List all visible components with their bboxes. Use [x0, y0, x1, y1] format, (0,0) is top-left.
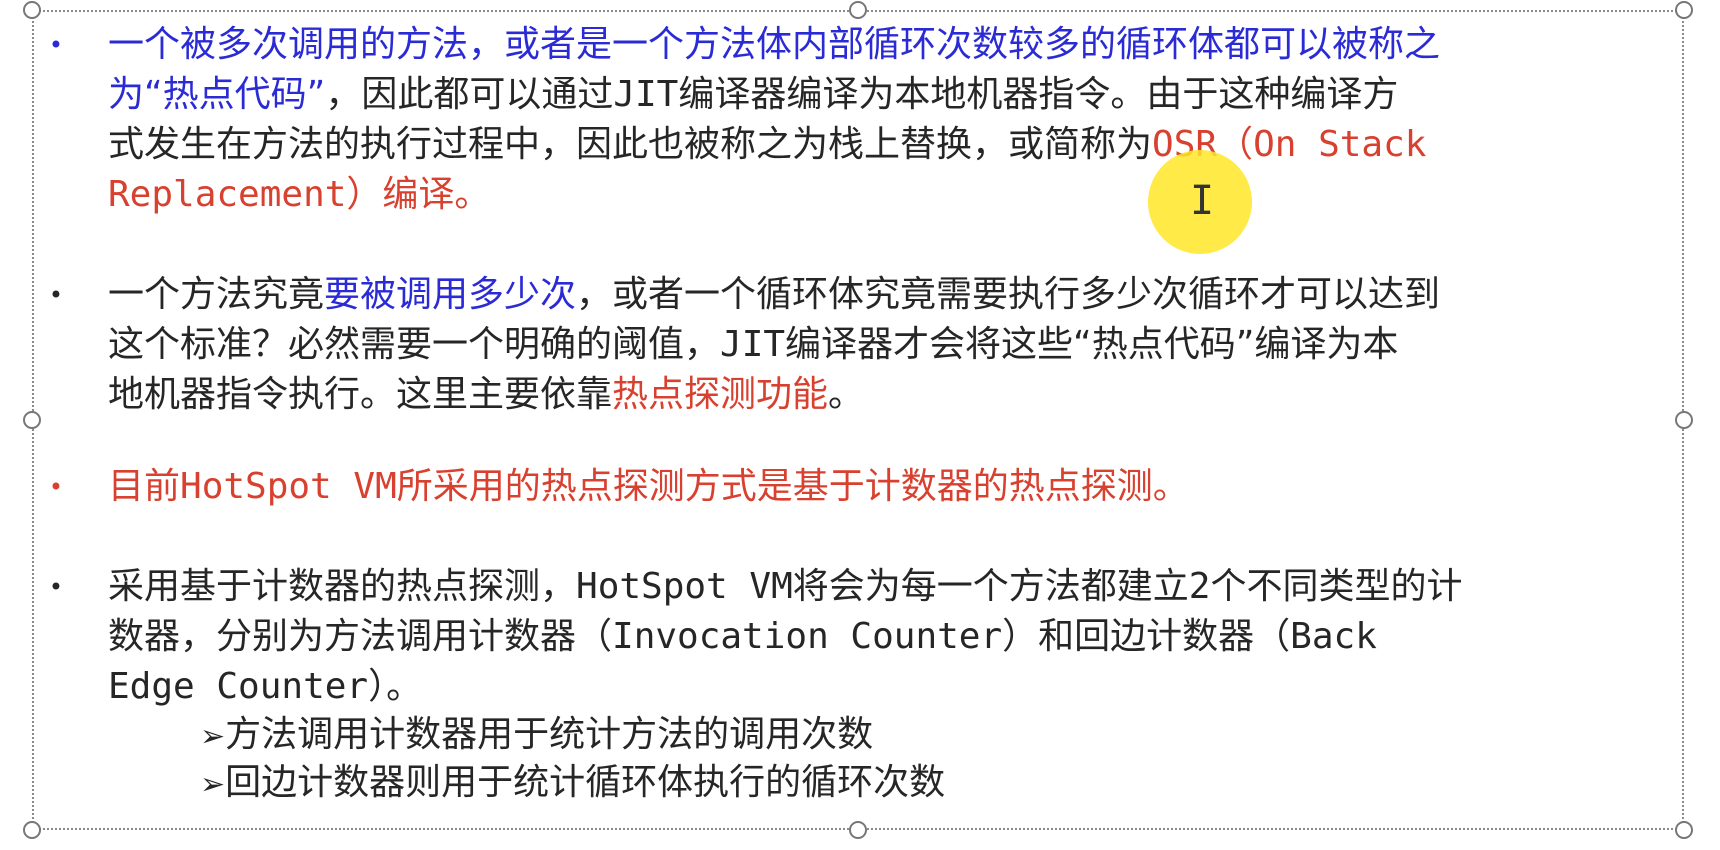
paragraph-jit-osr[interactable]: 一个被多次调用的方法，或者是一个方法体内部循环次数较多的循环体都可以被称之 为“热…: [108, 20, 1668, 220]
text-run: JIT: [613, 74, 679, 115]
text-run: 一个方法究竟: [108, 274, 325, 315]
text-run: 目前: [108, 466, 181, 507]
text-line: 这个标准？必然需要一个明确的阈值，JIT编译器才会将这些“热点代码”编译为本: [108, 320, 1668, 370]
text-line: 地机器指令执行。这里主要依靠热点探测功能。: [108, 370, 1668, 420]
text-run: 这个标准？必然需要一个明确的阈值，: [108, 324, 721, 365]
text-run: JIT: [720, 324, 786, 365]
text-run: ，或者一个循环体究竟需要执行多少次循环才可以达到: [576, 274, 1441, 315]
paragraph-counters[interactable]: 采用基于计数器的热点探测，HotSpot VM将会为每一个方法都建立2个不同类型…: [108, 562, 1668, 712]
sub-item-text: 方法调用计数器用于统计方法的调用次数: [225, 714, 874, 755]
text-run: 一个被多次调用的方法，或者是一个方法体内部循环次数较多的循环体都可以被称之: [108, 24, 1441, 65]
paragraph-hotspot-detection[interactable]: 目前HotSpot VM所采用的热点探测方式是基于计数器的热点探测。: [108, 462, 1668, 512]
text-run: 采用基于计数器的热点探测，: [108, 566, 577, 607]
text-run: ，因此都可以通过: [325, 74, 614, 115]
text-run: On Stack: [1253, 124, 1427, 165]
text-line: 一个方法究竟要被调用多少次，或者一个循环体究竟需要执行多少次循环才可以达到: [108, 270, 1668, 320]
text-run: 数器，分别为方法调用计数器（: [108, 616, 613, 657]
sub-item-back-edge-counter[interactable]: ➢回边计数器则用于统计循环体执行的循环次数: [200, 758, 945, 810]
text-run: 要被调用多少次: [324, 274, 577, 315]
paragraph-threshold[interactable]: 一个方法究竟要被调用多少次，或者一个循环体究竟需要执行多少次循环才可以达到 这个标…: [108, 270, 1668, 420]
text-run: 地机器指令执行。这里主要依靠: [108, 374, 613, 415]
text-run: 将会为每一个方法都建立: [792, 566, 1189, 607]
text-line: 式发生在方法的执行过程中，因此也被称之为栈上替换，或简称为OSR（On Stac…: [108, 120, 1668, 170]
text-line: 数器，分别为方法调用计数器（Invocation Counter）和回边计数器（…: [108, 612, 1668, 662]
bullet-4: •: [48, 573, 64, 601]
text-run: HotSpot VM: [576, 566, 793, 607]
bullet-2: •: [48, 281, 64, 309]
bullet-3: •: [48, 473, 64, 501]
text-line: 目前HotSpot VM所采用的热点探测方式是基于计数器的热点探测。: [108, 462, 1668, 512]
text-line: 一个被多次调用的方法，或者是一个方法体内部循环次数较多的循环体都可以被称之: [108, 20, 1668, 70]
text-run: 所采用的热点探测方式是基于计数器的热点探测。: [396, 466, 1189, 507]
text-line: Edge Counter）。: [108, 662, 1668, 712]
arrow-bullet-icon: ➢: [200, 767, 226, 802]
text-run: 热点探测功能: [612, 374, 829, 415]
text-run: 为“热点代码”: [108, 74, 326, 115]
slide-content: • 一个被多次调用的方法，或者是一个方法体内部循环次数较多的循环体都可以被称之为…: [0, 0, 1720, 850]
text-run: 编译器编译为本地机器指令。由于这种编译方: [678, 74, 1399, 115]
text-run: Replacement: [108, 174, 347, 215]
text-run: Edge Counter: [108, 666, 369, 707]
text-run: ）和回边计数器（: [1002, 616, 1291, 657]
text-line: 为“热点代码”，因此都可以通过JIT编译器编译为本地机器指令。由于这种编译方: [108, 70, 1668, 120]
text-run: 2: [1188, 566, 1211, 607]
text-run: Back: [1290, 616, 1377, 657]
text-run: 。: [828, 374, 865, 415]
text-cursor-icon: I: [1190, 178, 1215, 224]
text-line: Replacement）编译。: [108, 170, 1668, 220]
sub-item-text: 回边计数器则用于统计循环体执行的循环次数: [225, 762, 946, 803]
text-run: 编译器才会将这些“热点代码”编译为本: [785, 324, 1399, 365]
text-run: ）编译。: [346, 174, 491, 215]
text-run: ）。: [368, 666, 423, 707]
text-run: Invocation Counter: [612, 616, 1003, 657]
sub-item-invocation-counter[interactable]: ➢方法调用计数器用于统计方法的调用次数: [200, 710, 873, 762]
text-line: 采用基于计数器的热点探测，HotSpot VM将会为每一个方法都建立2个不同类型…: [108, 562, 1668, 612]
bullet-1: •: [48, 31, 64, 59]
text-run: 个不同类型的计: [1210, 566, 1463, 607]
text-run: 式发生在方法的执行过程中，因此也被称之为栈上替换，或简称为: [108, 124, 1153, 165]
text-run: HotSpot VM: [180, 466, 397, 507]
arrow-bullet-icon: ➢: [200, 719, 226, 754]
